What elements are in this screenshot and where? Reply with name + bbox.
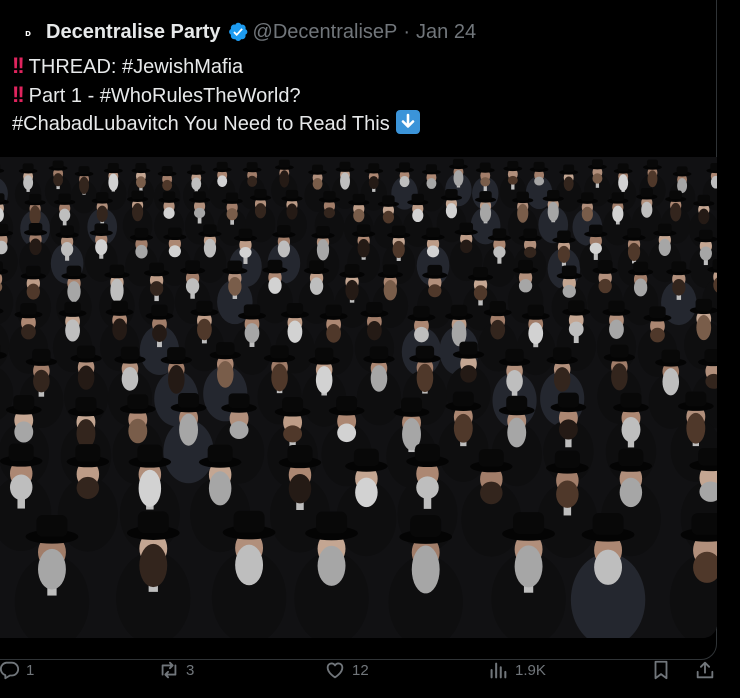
bookmark-button[interactable] (650, 658, 672, 682)
tweet-line-2-text: Part 1 - #WhoRulesTheWorld? (28, 85, 301, 107)
tweet-actions-bar: 1 3 12 1.9K (0, 648, 740, 698)
tweet-line-1-text: THREAD: #JewishMafia (28, 56, 244, 78)
crowd-photo-image (0, 157, 717, 638)
handle[interactable]: @DecentraliseP (253, 21, 398, 44)
separator-dot: · (403, 20, 411, 43)
tweet-line-3-text: #ChabadLubavitch You Need to Read This (12, 113, 390, 135)
reply-icon (0, 661, 20, 680)
avatar[interactable]: D (22, 28, 34, 40)
tweet-photo[interactable] (0, 157, 717, 638)
double-exclamation-icon: !! (12, 53, 25, 78)
repost-icon (161, 661, 177, 679)
repost-count: 3 (186, 661, 195, 679)
tweet-line-1: !! THREAD: #JewishMafia (12, 52, 712, 81)
tweet-header: Decentralise Party @DecentraliseP · Jan … (46, 18, 476, 46)
tweet-line-3: #ChabadLubavitch You Need to Read This (12, 110, 712, 138)
views-count: 1.9K (515, 661, 546, 679)
share-icon (696, 661, 714, 679)
display-name[interactable]: Decentralise Party (46, 21, 221, 44)
repost-button[interactable]: 3 (158, 658, 194, 682)
share-button[interactable] (694, 658, 716, 682)
heart-icon (326, 662, 344, 679)
tweet-text: !! THREAD: #JewishMafia !! Part 1 - #WhoRu… (12, 52, 712, 138)
tweet-line-2: !! Part 1 - #WhoRulesTheWorld? (12, 81, 712, 110)
reply-count: 1 (26, 661, 35, 679)
like-count: 12 (352, 661, 369, 679)
double-exclamation-icon: !! (12, 82, 25, 107)
verified-badge-icon (228, 22, 247, 41)
bookmark-icon (654, 660, 668, 680)
timestamp[interactable]: Jan 24 (416, 21, 476, 44)
arrow-down-emoji-icon (395, 110, 420, 134)
reply-button[interactable]: 1 (0, 658, 34, 682)
views-chart-icon (490, 662, 507, 679)
like-button[interactable]: 12 (324, 658, 369, 682)
views-button[interactable]: 1.9K (487, 658, 546, 682)
